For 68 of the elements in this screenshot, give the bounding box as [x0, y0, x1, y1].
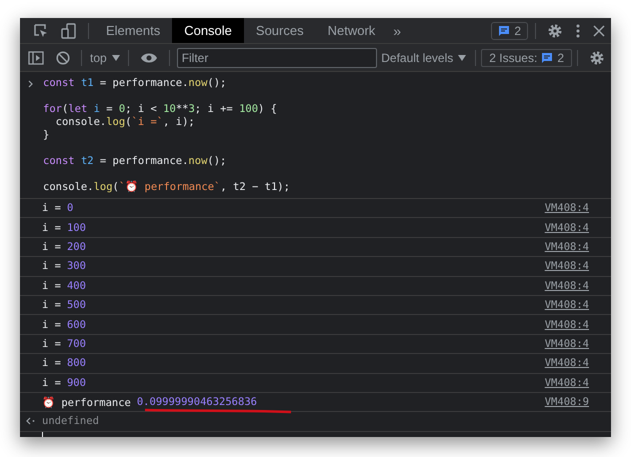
source-link[interactable]: VM408:4 — [544, 338, 589, 350]
code-line: } — [43, 129, 50, 142]
log-value: 500 — [66, 299, 86, 312]
context-selector[interactable]: top — [87, 50, 123, 64]
source-link[interactable]: VM408:4 — [544, 260, 589, 272]
source-link[interactable]: VM408:4 — [544, 299, 589, 312]
code-line: const t1 = performance.now(); — [43, 77, 228, 90]
log-label: i = — [42, 338, 61, 350]
log-value: 400 — [66, 280, 86, 292]
source-link[interactable]: VM408:4 — [544, 240, 589, 253]
log-label: i = — [42, 202, 61, 214]
settings-icon[interactable] — [547, 22, 563, 38]
device-icon[interactable] — [61, 22, 77, 38]
clear-console-icon[interactable] — [56, 50, 70, 64]
panel-tab[interactable]: Network — [316, 18, 388, 43]
source-link[interactable]: VM408:4 — [544, 222, 589, 234]
eye-icon[interactable] — [140, 52, 158, 64]
settings-icon[interactable] — [589, 50, 605, 66]
log-label: i = — [42, 318, 61, 331]
log-value: 0.09999990463256836 — [136, 396, 257, 408]
issues-button[interactable]: 2 Issues: 2 — [481, 48, 572, 66]
log-value: 100 — [66, 222, 86, 234]
more-options-icon[interactable] — [575, 22, 581, 38]
source-link[interactable]: VM408:9 — [544, 396, 589, 408]
log-value: 600 — [66, 318, 86, 331]
log-value: 700 — [66, 338, 86, 350]
source-link[interactable]: VM408:4 — [544, 280, 589, 292]
prompt-icon — [28, 80, 34, 88]
log-value: 0 — [66, 202, 74, 214]
source-link[interactable]: VM408:4 — [544, 376, 589, 389]
code-line: console.log(`⏰ performance`, t2 − t1); — [43, 181, 290, 194]
source-link[interactable]: VM408:4 — [544, 202, 589, 214]
more-tabs-icon[interactable]: » — [393, 22, 402, 38]
filter-field[interactable]: Filter — [176, 48, 377, 68]
log-value: 200 — [66, 240, 86, 253]
code-line: console.log(`i =`, i); — [54, 116, 196, 129]
caret-icon — [458, 54, 466, 60]
source-link[interactable]: VM408:4 — [544, 318, 589, 331]
code-line: const t2 = performance.now(); — [43, 155, 228, 168]
sidebar-toggle-icon[interactable] — [28, 50, 44, 64]
log-label: i = — [42, 357, 61, 370]
inspect-icon[interactable] — [33, 22, 49, 38]
message-icon — [498, 24, 510, 36]
result-value: undefined — [42, 415, 99, 428]
message-icon — [541, 52, 554, 64]
panel-tab[interactable]: Console — [172, 18, 244, 43]
log-label: i = — [42, 260, 61, 272]
log-value: 300 — [66, 260, 86, 272]
return-arrow-icon — [26, 417, 36, 426]
panel-tab[interactable]: Elements — [94, 18, 172, 43]
log-label: i = — [42, 240, 61, 253]
log-value: 900 — [66, 376, 86, 389]
issues-label: 2 Issues: — [489, 50, 538, 64]
messages-button[interactable]: 2 — [491, 22, 528, 40]
issues-count: 2 — [557, 50, 564, 64]
panel-tab[interactable]: Sources — [244, 18, 316, 43]
caret-icon — [112, 54, 120, 60]
log-value: 800 — [66, 357, 86, 370]
close-icon[interactable] — [593, 24, 605, 36]
message-count: 2 — [514, 24, 521, 38]
log-label: i = — [42, 280, 61, 292]
code-line: for(let i = 0; i < 10**3; i += 100) { — [43, 103, 278, 116]
log-label: i = — [42, 376, 61, 389]
log-label: i = — [42, 222, 61, 234]
log-levels-dropdown[interactable]: Default levels — [377, 50, 470, 64]
log-label: ⏰ performance — [42, 396, 131, 409]
log-label: i = — [42, 299, 61, 312]
source-link[interactable]: VM408:4 — [544, 357, 589, 370]
